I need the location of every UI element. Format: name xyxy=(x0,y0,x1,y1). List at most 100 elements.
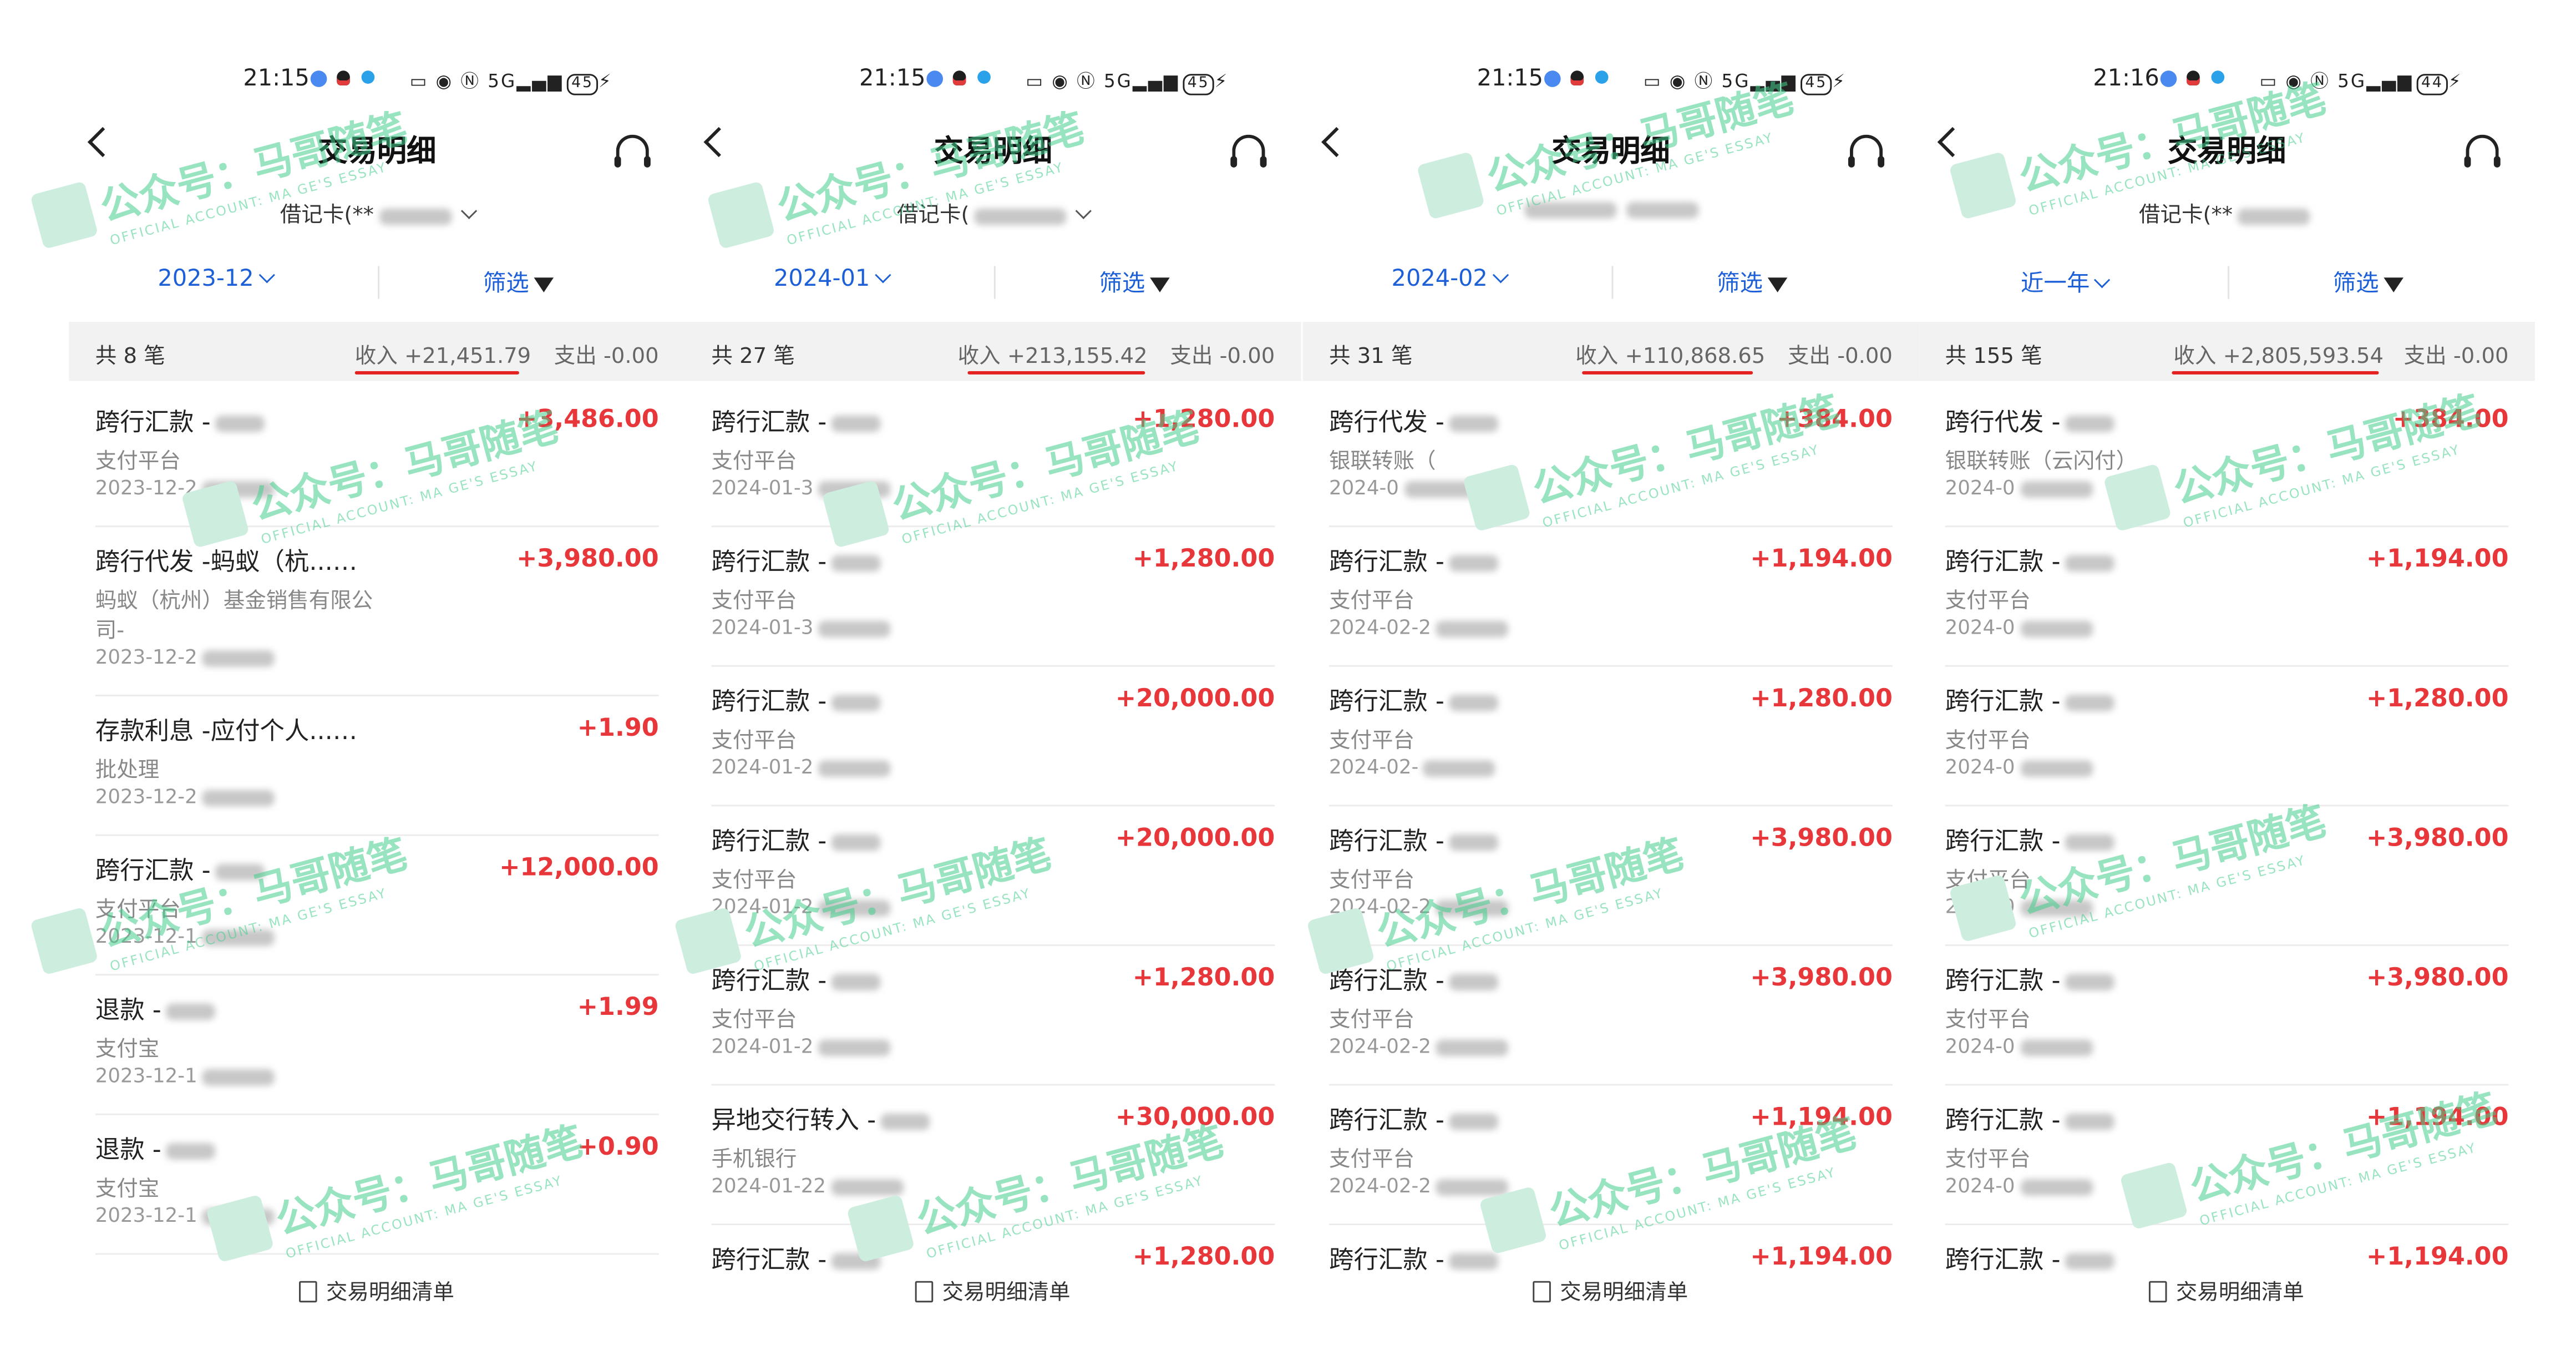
month-selector[interactable]: 2024-02 xyxy=(1392,266,1605,292)
transaction-amount: +20,000.00 xyxy=(1115,822,1275,853)
transaction-amount: +1,194.00 xyxy=(2366,1241,2509,1271)
transaction-row[interactable]: 退款 - +0.90 支付宝 2023-12-1 xyxy=(69,1115,685,1255)
masked-date xyxy=(1403,480,1477,497)
transaction-row[interactable]: 跨行汇款 - +1,280.00 支付平台 2024-02- xyxy=(1303,667,1919,807)
card-selector[interactable]: 借记卡(** xyxy=(69,197,685,228)
masked-date xyxy=(2020,620,2092,636)
transaction-row[interactable]: 跨行汇款 - +1,194.00 支付平台 2024-0 xyxy=(1919,1085,2535,1226)
filter-button[interactable]: 筛选 xyxy=(2333,266,2403,299)
statement-list-button[interactable]: 交易明细清单 xyxy=(69,1274,686,1324)
status-bar: 21:15 ▭ ◉ Ⓝ 5G▂▄▆ 45 ⚡ xyxy=(69,62,685,98)
transaction-row[interactable]: 跨行汇款 - +3,486.00 支付平台 2023-12-2 xyxy=(69,388,685,528)
transaction-date: 2024-0 xyxy=(1945,895,2097,918)
statement-list-button[interactable]: 交易明细清单 xyxy=(1919,1274,2535,1324)
card-label: 借记卡( xyxy=(896,204,970,229)
transaction-name: 跨行汇款 - xyxy=(1329,1242,1621,1275)
document-icon xyxy=(2149,1281,2168,1303)
card-selector[interactable]: 借记卡(** xyxy=(1919,197,2535,228)
status-time: 21:16 xyxy=(2093,65,2159,92)
statement-list-button[interactable]: 交易明细清单 xyxy=(685,1274,1301,1324)
phone-screen-1: 21:15 ▭ ◉ Ⓝ 5G▂▄▆ 45 ⚡ 交易明细 借记卡(** 2023-12… xyxy=(69,0,686,1350)
chevron-down-icon xyxy=(2093,272,2111,289)
transaction-channel: 支付宝 xyxy=(95,1038,160,1063)
transaction-name: 跨行汇款 - xyxy=(711,683,1003,717)
masked-counterparty xyxy=(831,973,881,990)
transaction-date: 2024-0 xyxy=(1945,1035,2097,1058)
document-icon xyxy=(916,1281,934,1303)
app-notification-icon xyxy=(2160,70,2177,87)
nfc-icon: Ⓝ xyxy=(460,70,480,92)
transaction-row[interactable]: 跨行汇款 - +3,980.00 支付平台 2024-0 xyxy=(1919,806,2535,946)
network-type: 5G xyxy=(2337,70,2367,92)
masked-date xyxy=(202,789,275,806)
masked-date xyxy=(1423,759,1496,776)
transaction-row[interactable]: 跨行汇款 - +20,000.00 支付平台 2024-01-2 xyxy=(685,806,1301,946)
transaction-row[interactable]: 跨行汇款 - +1,194.00 支付平台 2024-02-2 xyxy=(1303,1085,1919,1226)
transaction-date: 2024-01-3 xyxy=(711,476,895,499)
filter-button[interactable]: 筛选 xyxy=(1099,266,1170,299)
filter-bar: 2023-12 筛选 xyxy=(69,260,685,306)
card-selector[interactable]: 借记卡( xyxy=(685,197,1301,228)
transaction-date: 2024-0 xyxy=(1945,1174,2097,1197)
transaction-row[interactable]: 跨行汇款 - +1,280.00 支付平台 2024-01-2 xyxy=(685,946,1301,1086)
statement-list-button[interactable]: 交易明细清单 xyxy=(1302,1274,1919,1324)
transaction-row[interactable]: 跨行汇款 - +1,194.00 xyxy=(1303,1225,1919,1275)
screenshot-collage: 21:15 ▭ ◉ Ⓝ 5G▂▄▆ 45 ⚡ 交易明细 借记卡(** 2023-12… xyxy=(0,0,2576,1350)
qq-icon xyxy=(2187,70,2200,85)
transaction-amount: +0.90 xyxy=(577,1131,659,1161)
transaction-name: 跨行汇款 - xyxy=(95,404,388,438)
month-selector[interactable]: 2023-12 xyxy=(158,266,371,292)
income-underline xyxy=(967,371,1145,375)
app-notification-icon xyxy=(1595,70,1609,84)
transaction-date: 2024-01-22 xyxy=(711,1174,908,1197)
transaction-row[interactable]: 跨行汇款 - +1,280.00 xyxy=(685,1225,1301,1275)
masked-card-number xyxy=(2237,208,2310,225)
transaction-row[interactable]: 跨行代发 -蚂蚁（杭... +3,980.00 蚂蚁（杭州）基金销售有限公 司- 202… xyxy=(69,527,685,696)
transaction-name: 跨行代发 - xyxy=(1945,404,2238,438)
masked-counterparty xyxy=(2065,414,2115,431)
expense-total: 支出 -0.00 xyxy=(1787,345,1893,370)
transaction-channel: 支付平台 xyxy=(711,589,797,615)
masked-counterparty xyxy=(831,833,881,850)
summary-bar: 共 8 笔 收入 +21,451.79 支出 -0.00 xyxy=(69,322,686,381)
cast-icon: ▭ xyxy=(1026,70,1044,92)
income-underline xyxy=(1582,371,1753,375)
transaction-row[interactable]: 跨行代发 - +384.00 银联转账（ 2024-0 xyxy=(1303,388,1919,528)
transaction-channel: 手机银行 xyxy=(711,1147,797,1173)
battery-level: 44 xyxy=(2416,74,2448,95)
period-selector[interactable]: 近一年 xyxy=(2021,266,2234,299)
transaction-channel: 支付平台 xyxy=(95,450,181,475)
transaction-name: 退款 - xyxy=(95,992,388,1027)
system-icons: ▭ ◉ Ⓝ 5G▂▄▆ 45 ⚡ xyxy=(1026,67,1229,95)
transaction-amount: +3,980.00 xyxy=(2366,962,2509,992)
masked-counterparty xyxy=(2065,973,2115,990)
transaction-row[interactable]: 存款利息 -应付个人... +1.90 批处理 2023-12-2 xyxy=(69,696,685,836)
masked-counterparty xyxy=(831,414,881,431)
transaction-row[interactable]: 跨行汇款 - +1,194.00 支付平台 2024-0 xyxy=(1919,527,2535,667)
transaction-row[interactable]: 退款 - +1.99 支付宝 2023-12-1 xyxy=(69,975,685,1115)
month-selector[interactable]: 2024-01 xyxy=(774,266,987,292)
masked-card-number xyxy=(378,208,452,225)
transaction-row[interactable]: 跨行代发 - +384.00 银联转账（云闪付） 2024-0 xyxy=(1919,388,2535,528)
transaction-row[interactable]: 跨行汇款 - +1,194.00 支付平台 2024-02-2 xyxy=(1303,527,1919,667)
transaction-row[interactable]: 异地交行转入 - +30,000.00 手机银行 2024-01-22 xyxy=(685,1085,1301,1226)
transaction-channel: 支付平台 xyxy=(1945,729,2031,754)
battery-level: 45 xyxy=(566,74,599,95)
transaction-row[interactable]: 跨行汇款 - +3,980.00 支付平台 2024-02-2 xyxy=(1303,946,1919,1086)
transaction-row[interactable]: 跨行汇款 - +1,280.00 支付平台 2024-01-3 xyxy=(685,388,1301,528)
transaction-row[interactable]: 跨行汇款 - +3,980.00 支付平台 2024-02-2 xyxy=(1303,806,1919,946)
summary-bar: 共 155 笔 收入 +2,805,593.54 支出 -0.00 xyxy=(1919,322,2535,381)
transaction-row[interactable]: 跨行汇款 - +1,280.00 支付平台 2024-01-3 xyxy=(685,527,1301,667)
transaction-row[interactable]: 跨行汇款 - +3,980.00 支付平台 2024-0 xyxy=(1919,946,2535,1086)
masked-counterparty xyxy=(1449,1252,1499,1269)
card-selector[interactable] xyxy=(1303,197,1919,221)
divider xyxy=(2228,266,2230,299)
transaction-row[interactable]: 跨行汇款 - +1,280.00 支付平台 2024-0 xyxy=(1919,667,2535,807)
transaction-row[interactable]: 跨行汇款 - +12,000.00 支付平台 2023-12-1 xyxy=(69,836,685,976)
masked-date xyxy=(818,480,891,497)
filter-button[interactable]: 筛选 xyxy=(1717,266,1788,299)
transaction-row[interactable]: 跨行汇款 - +20,000.00 支付平台 2024-01-2 xyxy=(685,667,1301,807)
transaction-row[interactable]: 跨行汇款 - +1,194.00 xyxy=(1919,1225,2535,1275)
filter-button[interactable]: 筛选 xyxy=(483,266,554,299)
transaction-amount: +1.90 xyxy=(577,712,659,742)
